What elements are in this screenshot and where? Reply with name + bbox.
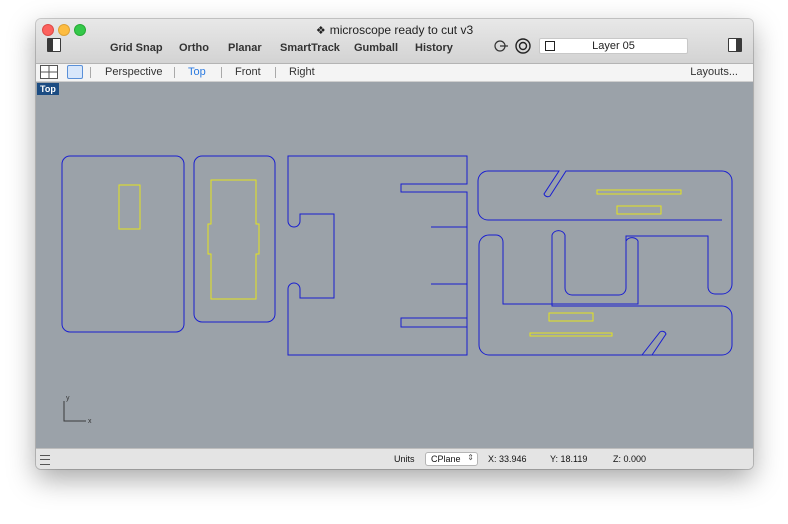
separator <box>221 67 222 78</box>
history-toggle[interactable]: History <box>415 42 453 54</box>
toggle-right-sidebar-button[interactable] <box>728 38 742 52</box>
layouts-menu-button[interactable]: Layouts... <box>690 66 738 78</box>
tab-right[interactable]: Right <box>289 66 315 78</box>
cplane-dropdown[interactable]: CPlane ⇕ <box>425 452 478 466</box>
selected-slot-4[interactable] <box>616 205 662 215</box>
window-title-group: ❖ microscope ready to cut v3 <box>36 23 753 37</box>
separator <box>174 67 175 78</box>
cplane-icon[interactable] <box>494 40 508 52</box>
ortho-toggle[interactable]: Ortho <box>179 42 209 54</box>
axis-x-label: x <box>88 418 92 425</box>
updown-arrows-icon: ⇕ <box>467 453 474 462</box>
single-viewport-icon[interactable] <box>67 65 83 79</box>
selected-slot-3[interactable] <box>596 189 682 195</box>
separator <box>90 67 91 78</box>
rhino-icon: ❖ <box>315 25 326 37</box>
z-coordinate: Z: 0.000 <box>613 454 647 464</box>
cut-plate-2[interactable] <box>193 155 276 323</box>
four-viewports-icon[interactable] <box>40 65 58 79</box>
tab-top[interactable]: Top <box>188 66 206 78</box>
gumball-toggle[interactable]: Gumball <box>354 42 398 54</box>
drawing-canvas[interactable]: y x <box>36 82 753 448</box>
axis-y-label: y <box>66 395 70 402</box>
smarttrack-toggle[interactable]: SmartTrack <box>280 42 340 54</box>
viewport-toolbar: Perspective Top Front Right Layouts... <box>36 64 753 82</box>
selected-slot-5[interactable] <box>548 312 594 322</box>
cut-plate-1[interactable] <box>61 155 185 333</box>
planar-toggle[interactable]: Planar <box>228 42 262 54</box>
units-label[interactable]: Units <box>394 454 415 464</box>
selected-slot-2[interactable] <box>207 179 260 300</box>
toggle-left-sidebar-button[interactable] <box>47 38 61 52</box>
status-bar: Units CPlane ⇕ X: 33.946 Y: 18.119 Z: 0.… <box>36 448 753 469</box>
y-coordinate: Y: 18.119 <box>550 454 588 464</box>
layer-selector[interactable]: Layer 05 <box>539 38 688 54</box>
osnap-icon[interactable] <box>515 38 531 54</box>
tab-front[interactable]: Front <box>235 66 261 78</box>
menu-lines-icon[interactable] <box>40 455 50 465</box>
title-bar: ❖ microscope ready to cut v3 Grid Snap Or… <box>36 19 753 64</box>
layer-name: Layer 05 <box>592 40 635 52</box>
separator <box>275 67 276 78</box>
selected-slot-1[interactable] <box>118 184 141 230</box>
cplane-value: CPlane <box>431 454 461 464</box>
app-window: ❖ microscope ready to cut v3 Grid Snap Or… <box>36 19 753 469</box>
cut-plate-5[interactable] <box>477 170 722 356</box>
window-title: microscope ready to cut v3 <box>329 23 474 37</box>
cut-plate-3[interactable] <box>287 155 468 356</box>
grid-snap-toggle[interactable]: Grid Snap <box>110 42 163 54</box>
selected-slot-6[interactable] <box>529 332 613 337</box>
world-axis-icon <box>63 401 86 422</box>
tab-perspective[interactable]: Perspective <box>105 66 162 78</box>
top-viewport[interactable]: Top y x <box>36 82 753 448</box>
x-coordinate: X: 33.946 <box>488 454 527 464</box>
cut-plate-4[interactable] <box>478 170 733 356</box>
